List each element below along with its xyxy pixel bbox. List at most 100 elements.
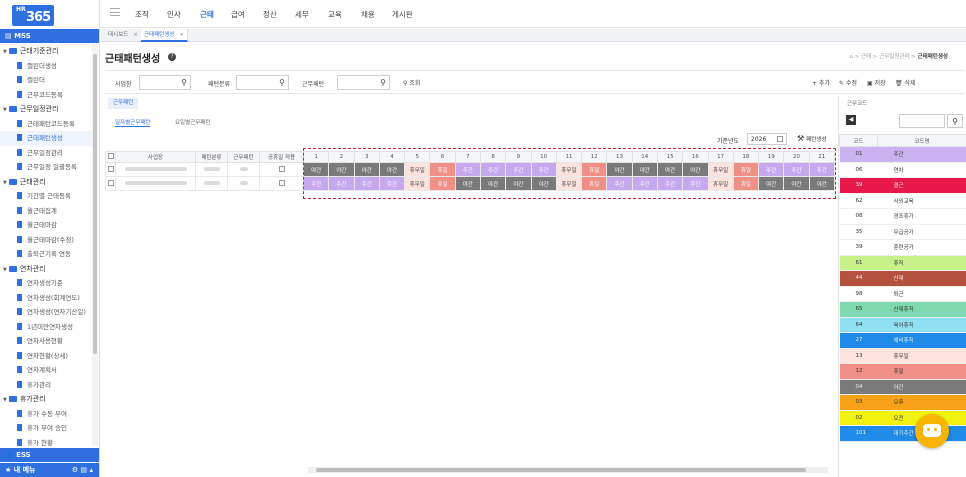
code-row[interactable]: 98 퇴근 <box>839 286 966 302</box>
document-tab[interactable]: 근태패턴생성 × <box>141 29 188 42</box>
sidebar-item[interactable]: 휴가관리 <box>0 378 92 393</box>
code-row[interactable]: 39 훈련공가 <box>839 239 966 256</box>
code-row[interactable]: 13 휴무일 <box>839 348 966 364</box>
sidebar-item[interactable]: 휴가 현황 <box>0 436 92 446</box>
code-cell: 13 <box>839 348 878 364</box>
code-row[interactable]: 65 산재휴직 <box>839 301 966 318</box>
sidebar-item[interactable]: 근무일정 일괄등록 <box>0 160 92 175</box>
code-search-input[interactable] <box>899 114 945 128</box>
search-icon[interactable]: ⚲ <box>181 78 187 87</box>
sidebar-item[interactable]: 근태패턴생성 <box>0 131 92 146</box>
nav-item[interactable]: 근태 <box>200 9 214 20</box>
nav-item[interactable]: 조직 <box>135 9 149 20</box>
code-row[interactable]: 64 육아휴직 <box>839 317 966 333</box>
sidebar-item[interactable]: 월근태마감 <box>0 218 92 233</box>
search-icon[interactable]: ⚲ <box>279 78 285 87</box>
back-arrow-icon[interactable]: ◀ <box>846 115 856 125</box>
document-tab[interactable]: 대시보드 × <box>105 29 142 42</box>
holiday-apply-checkbox[interactable] <box>259 176 304 191</box>
my-menu-tools-icon[interactable]: ⚙ ▤ ▴ <box>72 463 93 477</box>
nav-item[interactable]: 정산 <box>263 9 277 20</box>
sidebar-item[interactable]: 기간별 근태등록 <box>0 189 92 204</box>
sidebar-group[interactable]: ▼ 휴가관리 <box>0 392 92 407</box>
sidebar-item[interactable]: 연차생성(회계연도) <box>0 291 92 306</box>
ess-section-header[interactable]: 👤 ESS <box>0 448 99 462</box>
code-row[interactable]: 35 무급공가 <box>839 224 966 240</box>
sidebar-group[interactable]: ▼ 근무일정관리 <box>0 102 92 117</box>
tab-daily-pattern[interactable]: 일자별근무패턴 <box>115 118 151 127</box>
sidebar-item[interactable]: 출퇴근기록 연동 <box>0 247 92 262</box>
row-checkbox[interactable] <box>105 162 116 177</box>
sidebar-item[interactable]: 연차현황(상세) <box>0 349 92 364</box>
sidebar-item[interactable]: 캘린더 <box>0 73 92 88</box>
sidebar-item[interactable]: 캘린더생성 <box>0 59 92 74</box>
sidebar-item[interactable]: 근태패턴코드등록 <box>0 117 92 132</box>
generate-pattern-button[interactable]: ⚒ 패턴생성 <box>797 134 826 143</box>
sidebar-group[interactable]: ▼ 근태관리 <box>0 175 92 190</box>
delete-button[interactable]: 🗑 삭제 <box>895 78 916 87</box>
calendar-icon[interactable] <box>777 136 783 142</box>
code-row[interactable]: 01 주간 <box>839 146 966 163</box>
col-header: 패턴분류 <box>195 151 228 163</box>
mss-section-header[interactable]: ▤ MSS <box>0 29 99 43</box>
code-row[interactable]: 39 결근 <box>839 177 966 194</box>
code-row[interactable]: 03 오후 <box>839 394 966 411</box>
sidebar-item[interactable]: 근무코드등록 <box>0 88 92 103</box>
sidebar-item[interactable]: 연차생성기준 <box>0 276 92 291</box>
nav-item[interactable]: 게시판 <box>392 9 413 20</box>
nav-item[interactable]: 채용 <box>361 9 375 20</box>
sidebar-item[interactable]: 연차계획서 <box>0 363 92 378</box>
search-icon[interactable]: ⚲ <box>380 78 386 87</box>
app-logo[interactable]: HR 365 <box>12 5 54 26</box>
chevron-down-icon: ▼ <box>3 107 7 113</box>
col-header-code: 코드 <box>839 134 878 147</box>
my-menu-header[interactable]: ★ 내 메뉴 ⚙ ▤ ▴ <box>0 463 99 477</box>
workplace-input[interactable]: ⚲ <box>139 75 191 90</box>
work-code-panel: 근무코드 ◀ ⚲ 코드 코드명 01 주간 06 연차 39 결근 62 사외교육 08 경조휴가… <box>838 96 966 477</box>
code-row[interactable]: 12 휴일 <box>839 363 966 380</box>
document-icon <box>17 409 22 417</box>
search-icon[interactable]: ⚲ <box>947 114 963 128</box>
edit-button[interactable]: ✎ 수정 <box>839 78 857 87</box>
sidebar-item[interactable]: 1년미만연차생성 <box>0 320 92 335</box>
nav-item[interactable]: 급여 <box>231 9 245 20</box>
code-row[interactable]: 04 야간 <box>839 379 966 395</box>
sidebar-item[interactable]: 연차생성(연차기산일) <box>0 305 92 320</box>
help-icon[interactable]: ? <box>168 53 176 61</box>
sidebar-item[interactable]: 월근태집계 <box>0 204 92 219</box>
document-icon <box>17 221 22 228</box>
select-all-checkbox[interactable] <box>105 151 116 163</box>
sidebar-item[interactable]: 연차사용현황 <box>0 334 92 349</box>
code-row[interactable]: 27 예비휴직 <box>839 332 966 349</box>
sidebar-item[interactable]: 휴가 수동 부여 <box>0 407 92 422</box>
holiday-apply-checkbox[interactable] <box>259 162 304 177</box>
chevron-down-icon: ▼ <box>3 179 7 186</box>
sidebar-item[interactable]: 휴가 부여 승인 <box>0 421 92 436</box>
grid-horizontal-scrollbar[interactable] <box>308 467 828 473</box>
sidebar-group[interactable]: ▼ 근태기준관리 <box>0 44 92 59</box>
code-name-cell: 퇴근 <box>877 286 966 302</box>
chatbot-icon[interactable] <box>915 414 949 448</box>
nav-item[interactable]: 인사 <box>167 9 181 20</box>
row-checkbox[interactable] <box>105 176 116 191</box>
work-pattern-input[interactable]: ⚲ <box>337 75 390 90</box>
nav-item[interactable]: 세무 <box>295 9 309 20</box>
code-row[interactable]: 44 산재 <box>839 270 966 287</box>
code-row[interactable]: 08 경조휴가 <box>839 208 966 225</box>
nav-item[interactable]: 교육 <box>328 9 342 20</box>
code-row[interactable]: 06 연차 <box>839 162 966 178</box>
sidebar-item[interactable]: 월근태마감(수정) <box>0 233 92 248</box>
search-button[interactable]: ⚲ 조회 <box>403 78 420 87</box>
sidebar-item[interactable]: 근무일정관리 <box>0 146 92 161</box>
code-row[interactable]: 61 휴직 <box>839 255 966 271</box>
sidebar-group[interactable]: ▼ 연차관리 <box>0 262 92 277</box>
hamburger-menu-icon[interactable] <box>110 8 120 16</box>
pattern-class-input[interactable]: ⚲ <box>236 75 289 90</box>
code-row[interactable]: 62 사외교육 <box>839 193 966 209</box>
sidebar-scrollbar[interactable] <box>92 44 98 446</box>
save-button[interactable]: ▣ 저장 <box>867 78 886 87</box>
add-button[interactable]: + 추가 <box>812 78 830 87</box>
code-cell: 03 <box>839 394 878 411</box>
tab-weekday-pattern[interactable]: 요일별근무패턴 <box>175 118 210 126</box>
code-name-cell: 야간 <box>877 379 966 395</box>
